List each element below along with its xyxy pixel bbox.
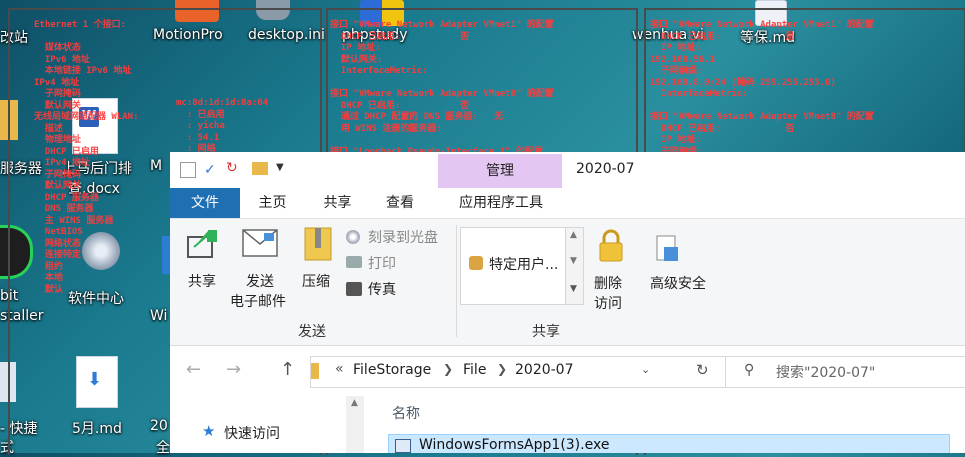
tab-share[interactable]: 共享 (310, 188, 365, 218)
email-label-line1: 发送 (246, 274, 274, 290)
column-header-name[interactable]: 名称 (392, 403, 420, 423)
burn-button[interactable]: 刻录到光盘 (344, 227, 454, 249)
breadcrumb-separator-icon[interactable]: ❯ (497, 362, 507, 376)
fax-label: 传真 (368, 282, 396, 298)
table-row[interactable]: WindowsFormsApp1(3).exe (388, 434, 950, 453)
email-button[interactable]: 发送 电子邮件 (228, 223, 294, 315)
print-button[interactable]: 打印 (344, 253, 454, 275)
share-with-gallery[interactable]: 特定用户... ▲ ▼ ▼ (460, 227, 584, 305)
zip-icon (304, 227, 332, 261)
back-arrow-icon[interactable]: ← (186, 359, 201, 380)
refresh-icon[interactable]: ↻ (696, 361, 709, 379)
remove-label-line2: 访问 (594, 296, 622, 312)
star-icon: ★ (202, 422, 216, 440)
nav-item-quick-access[interactable]: ★ 快速访问 (200, 422, 340, 442)
ribbon-share: 共享 发送 电子邮件 压缩 刻录到光盘 打印 传真 发送 特定用户... ▲ ▼… (170, 219, 965, 346)
disc-icon (346, 230, 360, 244)
cmd-output-col1: Ethernet 1 个接口: 媒体状态 IPv6 地址 本地链接 IPv6 地… (34, 20, 139, 295)
search-box[interactable]: ⚲ 搜索"2020-07" (725, 356, 965, 388)
quick-access-toolbar: ✓ ↻ ▼ (178, 160, 288, 180)
print-label: 打印 (368, 256, 396, 272)
users-icon (469, 256, 483, 270)
fax-icon (346, 282, 362, 296)
remove-label-line1: 删除 (594, 276, 622, 292)
advanced-security-label: 高级安全 (650, 276, 706, 292)
scroll-down-icon[interactable]: ▼ (570, 256, 577, 266)
zip-label: 压缩 (302, 274, 330, 290)
breadcrumb-segment-filestorage[interactable]: FileStorage (353, 362, 431, 378)
tab-file[interactable]: 文件 (170, 188, 240, 218)
window-title: 2020-07 (576, 161, 635, 177)
nav-scrollbar[interactable]: ▲ (346, 396, 364, 453)
quick-access-label: 快速访问 (224, 426, 280, 442)
chevron-down-icon[interactable]: ▼ (276, 162, 284, 173)
lock-icon (599, 229, 623, 262)
email-label-line2: 电子邮件 (230, 294, 286, 310)
ribbon-divider (456, 225, 457, 337)
folder-small-icon[interactable] (252, 162, 268, 175)
expand-icon[interactable]: ▼ (570, 284, 577, 294)
address-row: ← → ↑ « FileStorage ❯ File ❯ 2020-07 ⌄ ↻… (170, 350, 965, 390)
ribbon-tab-row: 文件 主页 共享 查看 应用程序工具 (170, 188, 965, 219)
breadcrumb-segment-file[interactable]: File (463, 362, 486, 378)
burn-label: 刻录到光盘 (368, 230, 438, 246)
address-bar[interactable]: « FileStorage ❯ File ❯ 2020-07 ⌄ ↻ (310, 356, 726, 388)
advanced-security-button[interactable]: 高级安全 (646, 225, 726, 297)
scroll-up-icon[interactable]: ▲ (351, 398, 358, 408)
exe-file-icon (395, 439, 411, 453)
printer-icon (346, 256, 362, 268)
title-bar: ✓ ↻ ▼ 管理 2020-07 (170, 152, 965, 188)
gallery-scroll[interactable]: ▲ ▼ ▼ (565, 228, 583, 304)
navigation-pane: ▲ ★ 快速访问 (170, 390, 370, 453)
up-arrow-icon[interactable]: ↑ (280, 359, 295, 380)
breadcrumb-separator-icon[interactable]: ❯ (443, 362, 453, 376)
search-icon: ⚲ (744, 362, 755, 378)
fax-button[interactable]: 传真 (344, 279, 454, 301)
undo-icon[interactable] (180, 162, 196, 178)
file-name: WindowsFormsApp1(3).exe (419, 437, 610, 453)
tab-home[interactable]: 主页 (240, 188, 305, 218)
address-dropdown-icon[interactable]: ⌄ (641, 363, 650, 376)
group-label-share: 共享 (532, 324, 560, 340)
share-button[interactable]: 共享 (176, 223, 228, 295)
share-icon (187, 230, 217, 258)
zip-button[interactable]: 压缩 (300, 223, 336, 295)
group-label-send: 发送 (298, 324, 326, 340)
file-list: 名称 WindowsFormsApp1(3).exe (370, 390, 965, 453)
file-explorer-window: ✓ ↻ ▼ 管理 2020-07 文件 主页 共享 查看 应用程序工具 共享 发… (170, 152, 965, 453)
breadcrumb-segment-2020-07[interactable]: 2020-07 (515, 362, 574, 378)
share-label: 共享 (188, 274, 216, 290)
search-placeholder: 搜索"2020-07" (776, 365, 876, 381)
scroll-up-icon[interactable]: ▲ (570, 230, 577, 240)
redo-icon[interactable]: ↻ (226, 160, 238, 176)
check-icon[interactable]: ✓ (204, 162, 216, 178)
manage-tab[interactable]: 管理 (438, 154, 562, 188)
breadcrumb-overflow[interactable]: « (335, 361, 344, 377)
tab-view[interactable]: 查看 (370, 188, 430, 218)
email-icon (242, 229, 278, 257)
content-area: ▲ ★ 快速访问 名称 WindowsFormsApp1(3).exe (170, 390, 965, 453)
specific-users-label: 特定用户... (489, 257, 559, 273)
folder-breadcrumb-icon (311, 363, 319, 379)
tab-app-tools[interactable]: 应用程序工具 (446, 188, 556, 218)
remove-access-button[interactable]: 删除 访问 (588, 225, 634, 317)
forward-arrow-icon[interactable]: → (226, 359, 241, 380)
security-icon (656, 235, 678, 261)
